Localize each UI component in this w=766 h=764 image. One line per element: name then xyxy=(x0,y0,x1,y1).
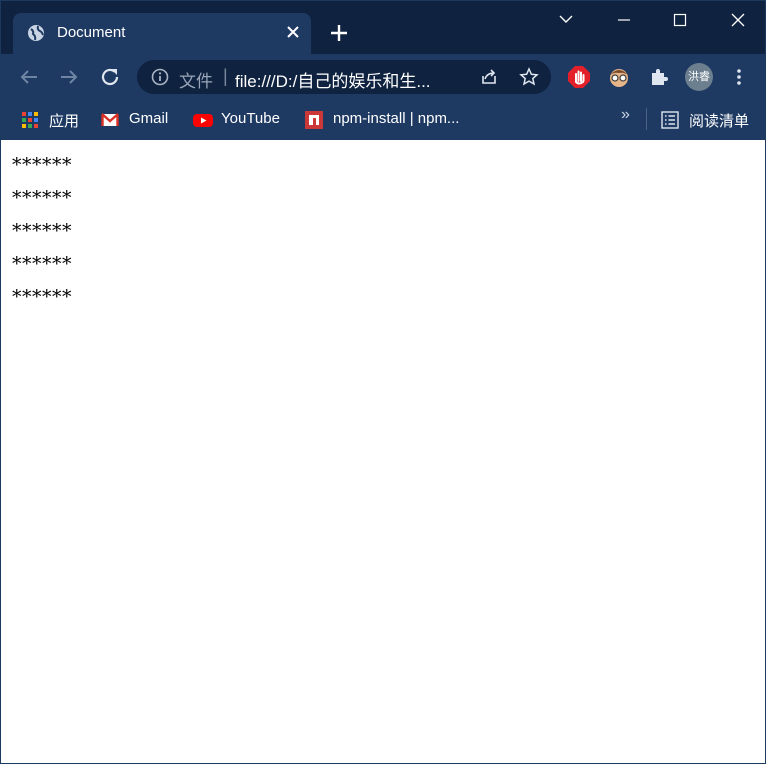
more-menu-icon[interactable] xyxy=(727,65,751,89)
tab-document[interactable]: Document xyxy=(13,13,311,54)
close-tab-icon[interactable] xyxy=(283,22,303,42)
avatar[interactable]: 洪睿 xyxy=(685,63,713,91)
page-content: ****** ****** ****** ****** ****** xyxy=(1,140,765,763)
bookmark-star-icon[interactable] xyxy=(519,67,539,87)
share-icon[interactable] xyxy=(479,67,499,87)
chevron-down-icon[interactable] xyxy=(543,1,589,41)
title-bar: Document xyxy=(1,1,765,54)
asterisk-line: ****** xyxy=(12,220,72,242)
maximize-icon[interactable] xyxy=(657,1,703,41)
tab-title: Document xyxy=(57,24,126,41)
bookmarks-divider xyxy=(646,108,647,130)
npm-icon xyxy=(305,111,323,129)
globe-icon xyxy=(28,25,44,41)
puzzle-extensions-icon[interactable] xyxy=(647,65,671,89)
info-icon[interactable] xyxy=(151,68,169,86)
back-arrow-icon[interactable] xyxy=(17,65,41,89)
reading-list-icon xyxy=(661,111,679,129)
close-icon[interactable] xyxy=(715,1,761,41)
bookmark-label: Gmail xyxy=(129,110,169,127)
address-bar[interactable]: 文件 | file:///D:/自己的娱乐和生... xyxy=(137,60,551,94)
stop-hand-extension-icon[interactable] xyxy=(567,65,591,89)
forward-arrow-icon[interactable] xyxy=(57,65,81,89)
url-separator: | xyxy=(223,66,228,86)
bookmark-label: npm-install | npm... xyxy=(333,110,460,127)
gmail-icon xyxy=(101,113,119,126)
asterisk-line: ****** xyxy=(12,253,72,275)
browser-window: Document 文件 | file:///D:/自己的娱乐和生... 洪睿 应… xyxy=(0,0,766,764)
apps-grid-icon xyxy=(22,112,38,128)
reading-list-label: 阅读清单 xyxy=(689,113,750,130)
asterisk-line: ****** xyxy=(12,286,72,308)
minimize-icon[interactable] xyxy=(601,1,647,41)
bookmark-label: 应用 xyxy=(49,113,80,130)
navigation-toolbar: 文件 | file:///D:/自己的娱乐和生... 洪睿 xyxy=(1,54,765,100)
new-tab-icon[interactable] xyxy=(329,23,349,43)
bookmarks-bar: 应用 Gmail YouTube npm-install | npm... » … xyxy=(1,100,765,140)
reload-icon[interactable] xyxy=(98,65,122,89)
asterisk-line: ****** xyxy=(12,154,72,176)
url-scheme-label: 文件 xyxy=(179,72,213,91)
url-text[interactable]: file:///D:/自己的娱乐和生... xyxy=(235,67,431,92)
bookmark-label: YouTube xyxy=(221,110,280,127)
youtube-icon xyxy=(193,114,213,127)
asterisk-line: ****** xyxy=(12,187,72,209)
more-bookmarks-chevron[interactable]: » xyxy=(621,106,630,124)
face-extension-icon[interactable] xyxy=(607,65,631,89)
